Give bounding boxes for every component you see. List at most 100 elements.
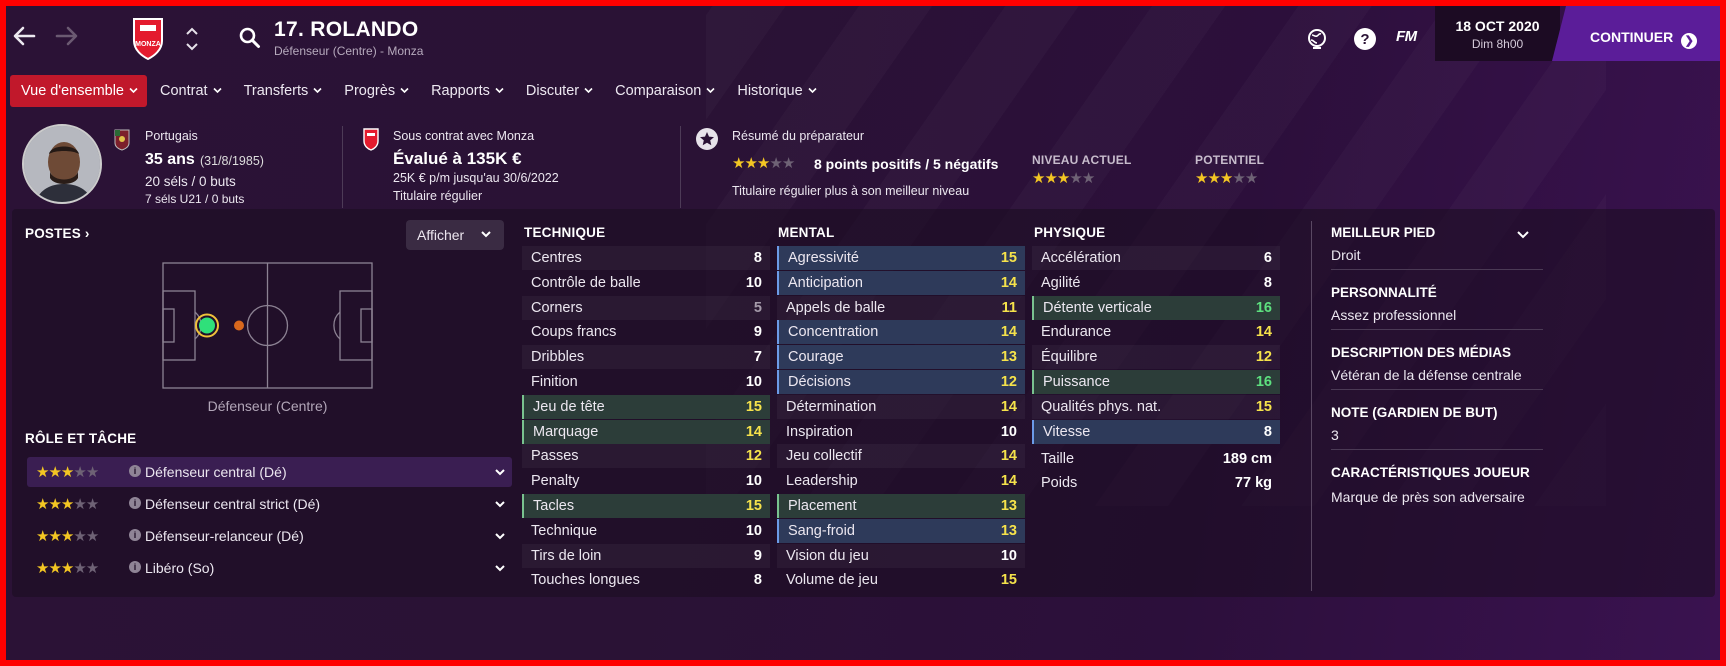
personality-title: PERSONNALITÉ (1331, 285, 1437, 300)
weight-label: Poids (1041, 475, 1078, 491)
attribute-row: Vision du jeu 10 (777, 543, 1025, 568)
attribute-row: Vitesse 8 (1032, 419, 1280, 444)
preferred-foot-value: Droit (1331, 247, 1361, 263)
show-dropdown[interactable]: Afficher (406, 220, 504, 250)
star-empty-icon: ★ (85, 560, 99, 577)
divider (1331, 329, 1543, 330)
star-filled-icon: ★ (1207, 170, 1220, 187)
attribute-value: 7 (753, 349, 762, 366)
club-crest-icon[interactable]: MONZA (131, 16, 165, 61)
attribute-value: 8 (1263, 423, 1272, 440)
positions-title-text: POSTES (25, 226, 81, 241)
forward-arrow-icon[interactable] (53, 22, 81, 50)
continue-label: CONTINUER (1590, 29, 1674, 45)
world-icon[interactable] (1304, 26, 1330, 52)
coach-note: Titulaire régulier plus à son meilleur n… (732, 184, 970, 198)
chevron-down-icon[interactable] (494, 495, 506, 516)
role-label: Libéro (So) (145, 560, 215, 576)
chevron-down-icon[interactable] (494, 463, 506, 484)
star-empty-icon: ★ (1081, 170, 1095, 187)
tab-progr-s[interactable]: Progrès (333, 75, 418, 107)
chevron-down-icon (129, 86, 138, 97)
date-display[interactable]: 18 OCT 2020 Dim 8h00 (1435, 6, 1560, 61)
current-time: Dim 8h00 (1471, 37, 1524, 51)
attribute-value: 12 (1255, 349, 1272, 366)
star-empty-icon: ★ (781, 155, 795, 172)
star-empty-icon: ★ (85, 496, 99, 513)
tab-overview[interactable]: Vue d'ensemble (10, 75, 147, 107)
star-filled-icon: ★ (732, 155, 745, 172)
attribute-row: Finition 10 (522, 370, 770, 394)
tab-comparaison[interactable]: Comparaison (604, 75, 724, 107)
tab-rapports[interactable]: Rapports (420, 75, 513, 107)
next-player-icon[interactable] (186, 40, 198, 54)
player-dob: (31/8/1985) (200, 154, 264, 168)
attribute-row: Coups francs 9 (522, 320, 770, 344)
fm-menu-button[interactable]: FM (1396, 28, 1417, 45)
chevron-down-icon (313, 86, 322, 97)
attribute-value: 8 (1263, 274, 1272, 291)
role-row[interactable]: ★★★★★ i Libéro (So) (27, 553, 512, 583)
secondary-position-marker (234, 320, 244, 331)
attribute-row: Courage 13 (777, 345, 1025, 370)
info-icon[interactable]: i (129, 497, 141, 509)
attribute-name: Corners (531, 299, 583, 316)
role-row[interactable]: ★★★★★ i Défenseur central (Dé) (27, 457, 512, 487)
role-rating-stars: ★★★★★ (36, 495, 99, 514)
roles-title: RÔLE ET TÂCHE (25, 431, 137, 446)
role-rating-stars: ★★★★★ (36, 527, 99, 546)
search-icon[interactable] (238, 26, 262, 50)
star-filled-icon: ★ (48, 496, 61, 513)
info-icon[interactable]: i (129, 465, 141, 477)
star-filled-icon: ★ (1044, 170, 1057, 187)
attribute-value: 14 (1000, 448, 1017, 465)
positions-title[interactable]: POSTES › (25, 226, 90, 241)
star-filled-icon: ★ (36, 496, 49, 513)
role-row[interactable]: ★★★★★ i Défenseur-relanceur (Dé) (27, 521, 512, 551)
attribute-name: Courage (788, 349, 844, 366)
attribute-name: Placement (788, 498, 857, 514)
previous-player-icon[interactable] (186, 24, 198, 38)
star-empty-icon: ★ (769, 155, 782, 172)
info-icon[interactable]: i (129, 561, 141, 573)
tab-contrat[interactable]: Contrat (149, 75, 231, 107)
star-filled-icon: ★ (744, 155, 757, 172)
attribute-row: Agressivité 15 (777, 246, 1025, 270)
chevron-down-icon[interactable] (494, 559, 506, 580)
star-filled-icon: ★ (1032, 170, 1045, 187)
tab-label: Discuter (525, 83, 580, 99)
star-filled-icon: ★ (48, 528, 61, 545)
role-row[interactable]: ★★★★★ i Défenseur central strict (Dé) (27, 489, 512, 519)
info-icon[interactable]: i (129, 529, 141, 541)
attribute-row: Contrôle de balle 10 (522, 271, 770, 295)
attribute-value: 13 (1000, 349, 1017, 366)
tab-discuter[interactable]: Discuter (515, 75, 602, 107)
attribute-value: 13 (1000, 498, 1017, 514)
tab-label: Comparaison (615, 83, 702, 99)
attribute-row: Volume de jeu 15 (777, 568, 1025, 592)
player-age: 35 ans (145, 151, 195, 168)
coach-summary: 8 points positifs / 5 négatifs (814, 156, 999, 172)
chevron-down-icon[interactable] (1516, 228, 1530, 246)
attribute-name: Agressivité (788, 250, 859, 266)
chevron-down-icon (495, 86, 504, 97)
help-icon[interactable]: ? (1352, 26, 1378, 52)
tab-label: Rapports (431, 83, 490, 99)
continue-button[interactable]: CONTINUER ❯ (1552, 6, 1720, 61)
tab-transferts[interactable]: Transferts (233, 75, 332, 107)
tab-historique[interactable]: Historique (726, 75, 825, 107)
back-arrow-icon[interactable] (10, 22, 38, 50)
attribute-row: Tacles 15 (522, 494, 770, 518)
attribute-row: Corners 5 (522, 295, 770, 320)
attribute-name: Jeu collectif (786, 448, 862, 465)
attribute-name: Agilité (1041, 274, 1081, 291)
media-description-value: Vétéran de la défense centrale (1331, 367, 1522, 383)
attribute-value: 15 (745, 398, 762, 415)
attribute-row: Marquage 14 (522, 419, 770, 444)
attribute-row: Décisions 12 (777, 370, 1025, 394)
attribute-name: Appels de balle (786, 299, 886, 316)
attribute-value: 8 (753, 250, 762, 266)
attribute-value: 15 (1000, 572, 1017, 589)
chevron-down-icon[interactable] (494, 527, 506, 548)
attribute-value: 16 (1255, 299, 1272, 316)
